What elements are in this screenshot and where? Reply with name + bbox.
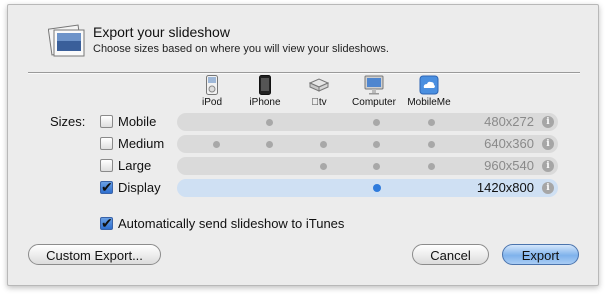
slideshow-icon [48, 24, 85, 57]
resolution-value: 640x360 [484, 136, 534, 151]
device-label-ipod: iPod [201, 97, 222, 108]
mobileme-icon [419, 75, 439, 95]
custom-export-button[interactable]: Custom Export... [28, 244, 161, 265]
auto-send-option[interactable]: ✔ Automatically send slideshow to iTunes [100, 215, 420, 231]
device-label-mobileme: MobileMe [407, 97, 451, 108]
compat-dot-tv [320, 141, 327, 148]
size-label-large: Large [118, 158, 152, 173]
device-label-computer: Computer [352, 97, 396, 108]
device-column-iphone: iPhone [235, 75, 295, 108]
apple-tv-icon [309, 78, 329, 92]
resolution-value: 480x272 [484, 114, 534, 129]
info-icon[interactable]: i [542, 182, 554, 194]
compat-dot-mobileme [428, 163, 435, 170]
compat-dot-iphone [266, 141, 273, 148]
size-bar[interactable]: 640x360 i [177, 135, 558, 153]
compat-dot-computer [373, 184, 381, 192]
size-row-large[interactable]: Large 960x540 i [100, 157, 560, 175]
compat-dot-computer [373, 141, 380, 148]
compat-dot-mobileme [428, 141, 435, 148]
size-bar-selected[interactable]: 1420x800 i [177, 179, 558, 197]
compat-dot-ipod [213, 141, 220, 148]
dialog-subtitle: Choose sizes based on where you will vie… [93, 43, 389, 55]
resolution-value: 960x540 [484, 158, 534, 173]
ipod-icon [206, 75, 218, 95]
info-icon[interactable]: i [542, 160, 554, 172]
info-icon[interactable]: i [542, 116, 554, 128]
size-row-mobile[interactable]: Mobile 480x272 i [100, 113, 560, 131]
size-label-medium: Medium [118, 136, 165, 151]
compat-dot-computer [373, 119, 380, 126]
dialog-title: Export your slideshow [93, 24, 230, 40]
size-row-medium[interactable]: Medium 640x360 i [100, 135, 560, 153]
export-button[interactable]: Export [502, 244, 579, 265]
device-label-tv: tv [311, 97, 326, 108]
size-row-display[interactable]: ✔ Display 1420x800 i [100, 179, 560, 197]
size-label-mobile: Mobile [118, 114, 157, 129]
compat-dot-iphone [266, 119, 273, 126]
compat-dot-tv [320, 163, 327, 170]
mobile-checkbox[interactable] [100, 115, 113, 128]
compat-dot-mobileme [428, 119, 435, 126]
device-label-iphone: iPhone [249, 97, 281, 108]
size-bar[interactable]: 960x540 i [177, 157, 558, 175]
resolution-value: 1420x800 [476, 180, 534, 195]
checkmark-icon: ✔ [101, 215, 113, 231]
sizes-label: Sizes: [50, 114, 86, 129]
iphone-icon [259, 75, 271, 95]
auto-send-checkbox[interactable]: ✔ [100, 215, 113, 231]
size-bar[interactable]: 480x272 i [177, 113, 558, 131]
display-checkbox[interactable]: ✔ [100, 179, 113, 195]
export-dialog: Export your slideshow Choose sizes based… [7, 4, 599, 286]
device-column-mobileme: MobileMe [399, 75, 459, 108]
auto-send-label: Automatically send slideshow to iTunes [118, 216, 345, 231]
compat-dot-computer [373, 163, 380, 170]
medium-checkbox[interactable] [100, 137, 113, 150]
info-icon[interactable]: i [542, 138, 554, 150]
cancel-button[interactable]: Cancel [412, 244, 489, 265]
size-label-display: Display [118, 180, 161, 195]
device-column-computer: Computer [344, 75, 404, 108]
device-column-apple-tv: tv [289, 75, 349, 108]
large-checkbox[interactable] [100, 159, 113, 172]
computer-icon [364, 75, 384, 95]
device-column-ipod: iPod [182, 75, 242, 108]
checkmark-icon: ✔ [101, 179, 113, 195]
